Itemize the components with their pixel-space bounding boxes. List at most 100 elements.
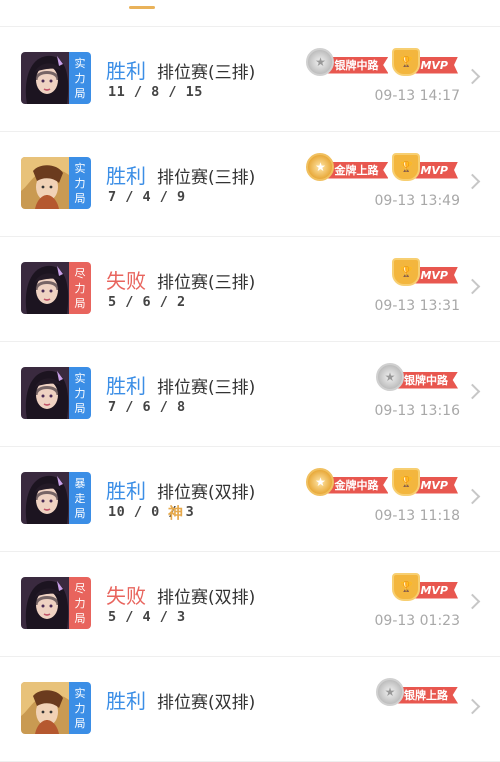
match-row[interactable]: 实力局胜利 排位赛(三排) 11 / 8 / 15 ★ 银牌中路 🏆 MVP 09-13 14… bbox=[0, 27, 500, 132]
performance-tag-char: 实 bbox=[74, 161, 86, 175]
honor-badges: 🏆 MVP bbox=[392, 258, 458, 286]
trophy-icon: 🏆 bbox=[392, 48, 421, 76]
match-time: 09-13 14:17 bbox=[374, 88, 460, 104]
chevron-right-icon[interactable] bbox=[464, 383, 481, 400]
performance-tag-char: 局 bbox=[74, 611, 86, 625]
hero-portrait bbox=[21, 157, 69, 209]
hero-avatar: 实力局 bbox=[21, 682, 91, 734]
mvp-badge: 🏆 MVP bbox=[392, 573, 458, 601]
position-medal-badge: ★ 金牌中路 bbox=[306, 468, 389, 496]
mvp-badge: 🏆 MVP bbox=[392, 468, 458, 496]
match-row[interactable]: 实力局胜利 排位赛(三排) 7 / 4 / 9 ★ 金牌上路 🏆 MVP 09-13 13:4… bbox=[0, 132, 500, 237]
mvp-badge: 🏆 MVP bbox=[392, 258, 458, 286]
position-medal-badge: ★ 银牌中路 bbox=[376, 363, 458, 391]
match-result: 胜利 bbox=[106, 164, 146, 188]
performance-tag-char: 局 bbox=[74, 86, 86, 100]
position-medal-badge: ★ 银牌中路 bbox=[306, 48, 389, 76]
match-row[interactable]: 尽力局失败 排位赛(三排) 5 / 6 / 2 🏆 MVP 09-13 13:31 bbox=[0, 237, 500, 342]
kda-stats: 7 / 6 / 8 bbox=[108, 399, 186, 415]
trophy-icon: 🏆 bbox=[392, 573, 421, 601]
match-mode: 排位赛(三排) bbox=[157, 378, 256, 398]
match-mode: 排位赛(双排) bbox=[157, 588, 256, 608]
performance-tag-char: 局 bbox=[74, 716, 86, 730]
mvp-badge: 🏆 MVP bbox=[392, 48, 458, 76]
performance-tag-char: 尽 bbox=[74, 581, 86, 595]
match-time: 09-13 13:31 bbox=[374, 298, 460, 314]
match-time: 09-13 11:18 bbox=[374, 508, 460, 524]
match-result: 胜利 bbox=[106, 59, 146, 83]
hero-portrait bbox=[21, 367, 69, 419]
performance-tag-char: 局 bbox=[74, 401, 86, 415]
match-mode: 排位赛(双排) bbox=[157, 693, 256, 713]
hero-portrait bbox=[21, 682, 69, 734]
match-mode: 排位赛(三排) bbox=[157, 63, 256, 83]
position-medal-badge: ★ 金牌上路 bbox=[306, 153, 389, 181]
star-medal-icon: ★ bbox=[376, 678, 404, 706]
match-result: 失败 bbox=[106, 584, 146, 608]
kda-stats: 5 / 4 / 3 bbox=[108, 609, 186, 625]
match-history-list: 实力局胜利 排位赛(三排) 11 / 8 / 15 ★ 银牌中路 🏆 MVP 09-13 14… bbox=[0, 27, 500, 762]
performance-tag-char: 局 bbox=[74, 296, 86, 310]
legendary-badge: 神 bbox=[168, 504, 184, 522]
honor-badges: ★ 金牌上路 🏆 MVP bbox=[306, 153, 458, 181]
trophy-icon: 🏆 bbox=[392, 258, 421, 286]
performance-tag: 尽力局 bbox=[69, 577, 91, 629]
match-result: 失败 bbox=[106, 269, 146, 293]
chevron-right-icon[interactable] bbox=[464, 278, 481, 295]
performance-tag-char: 暴 bbox=[74, 476, 86, 490]
hero-avatar: 实力局 bbox=[21, 52, 91, 104]
match-time: 09-13 13:49 bbox=[374, 193, 460, 209]
performance-tag-char: 实 bbox=[74, 56, 86, 70]
chevron-right-icon[interactable] bbox=[464, 593, 481, 610]
performance-tag: 尽力局 bbox=[69, 262, 91, 314]
kda-stats: 11 / 8 / 15 bbox=[108, 84, 203, 100]
performance-tag: 实力局 bbox=[69, 682, 91, 734]
match-mode: 排位赛(双排) bbox=[157, 483, 256, 503]
performance-tag-char: 力 bbox=[74, 701, 86, 715]
match-result: 胜利 bbox=[106, 689, 146, 713]
chevron-right-icon[interactable] bbox=[464, 488, 481, 505]
honor-badges: ★ 银牌中路 🏆 MVP bbox=[306, 48, 458, 76]
performance-tag: 实力局 bbox=[69, 367, 91, 419]
performance-tag-char: 实 bbox=[74, 371, 86, 385]
match-result: 胜利 bbox=[106, 374, 146, 398]
match-row[interactable]: 暴走局胜利 排位赛(双排) 10 / 0 / 3 神 ★ 金牌中路 🏆 MVP 09-13 11… bbox=[0, 447, 500, 552]
mvp-badge: 🏆 MVP bbox=[392, 153, 458, 181]
match-mode: 排位赛(三排) bbox=[157, 168, 256, 188]
match-row[interactable]: 实力局胜利 排位赛(双排) ★ 银牌上路 bbox=[0, 657, 500, 762]
match-row[interactable]: 尽力局失败 排位赛(双排) 5 / 4 / 3 🏆 MVP 09-13 01:23 bbox=[0, 552, 500, 657]
performance-tag-char: 力 bbox=[74, 596, 86, 610]
chevron-right-icon[interactable] bbox=[464, 173, 481, 190]
match-row[interactable]: 实力局胜利 排位赛(三排) 7 / 6 / 8 ★ 银牌中路 09-13 13:16 bbox=[0, 342, 500, 447]
star-medal-icon: ★ bbox=[376, 363, 404, 391]
match-result: 胜利 bbox=[106, 479, 146, 503]
kda-stats: 5 / 6 / 2 bbox=[108, 294, 186, 310]
chevron-right-icon[interactable] bbox=[464, 68, 481, 85]
hero-avatar: 尽力局 bbox=[21, 577, 91, 629]
performance-tag-char: 力 bbox=[74, 386, 86, 400]
honor-badges: 🏆 MVP bbox=[392, 573, 458, 601]
match-mode: 排位赛(三排) bbox=[157, 273, 256, 293]
performance-tag-char: 力 bbox=[74, 71, 86, 85]
performance-tag: 实力局 bbox=[69, 52, 91, 104]
performance-tag-char: 局 bbox=[74, 506, 86, 520]
hero-avatar: 暴走局 bbox=[21, 472, 91, 524]
chevron-right-icon[interactable] bbox=[464, 698, 481, 715]
hero-avatar: 实力局 bbox=[21, 367, 91, 419]
trophy-icon: 🏆 bbox=[392, 153, 421, 181]
performance-tag: 实力局 bbox=[69, 157, 91, 209]
kda-stats: 7 / 4 / 9 bbox=[108, 189, 186, 205]
performance-tag: 暴走局 bbox=[69, 472, 91, 524]
hero-avatar: 实力局 bbox=[21, 157, 91, 209]
position-medal-badge: ★ 银牌上路 bbox=[376, 678, 458, 706]
match-time: 09-13 13:16 bbox=[374, 403, 460, 419]
performance-tag-char: 走 bbox=[74, 491, 86, 505]
hero-avatar: 尽力局 bbox=[21, 262, 91, 314]
performance-tag-char: 实 bbox=[74, 686, 86, 700]
match-time: 09-13 01:23 bbox=[374, 613, 460, 629]
trophy-icon: 🏆 bbox=[392, 468, 421, 496]
hero-portrait bbox=[21, 262, 69, 314]
hero-portrait bbox=[21, 52, 69, 104]
honor-badges: ★ 银牌中路 bbox=[376, 363, 458, 391]
performance-tag-char: 力 bbox=[74, 281, 86, 295]
